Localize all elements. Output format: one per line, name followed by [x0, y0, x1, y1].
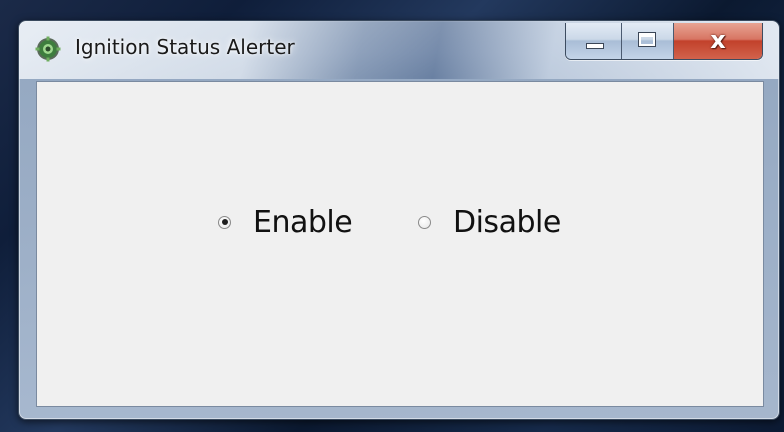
app-window: Ignition Status Alerter x Enable Disable — [18, 20, 780, 420]
gear-app-icon[interactable] — [35, 36, 61, 62]
close-icon: x — [710, 26, 726, 54]
minimize-button[interactable] — [566, 23, 622, 59]
minimize-icon — [586, 43, 604, 49]
window-title: Ignition Status Alerter — [75, 35, 295, 59]
enable-radio-option[interactable]: Enable — [218, 202, 353, 242]
disable-radio-label[interactable]: Disable — [453, 205, 561, 240]
caption-buttons: x — [565, 23, 763, 60]
maximize-button[interactable] — [622, 23, 674, 59]
enable-radio-label[interactable]: Enable — [253, 205, 353, 240]
ignition-radio-group: Enable Disable — [37, 202, 763, 242]
close-button[interactable]: x — [674, 23, 762, 59]
maximize-icon — [638, 32, 656, 47]
disable-radio-button[interactable] — [418, 215, 431, 229]
client-area: Enable Disable — [36, 81, 764, 407]
disable-radio-option[interactable]: Disable — [418, 202, 561, 242]
enable-radio-button[interactable] — [218, 215, 231, 229]
